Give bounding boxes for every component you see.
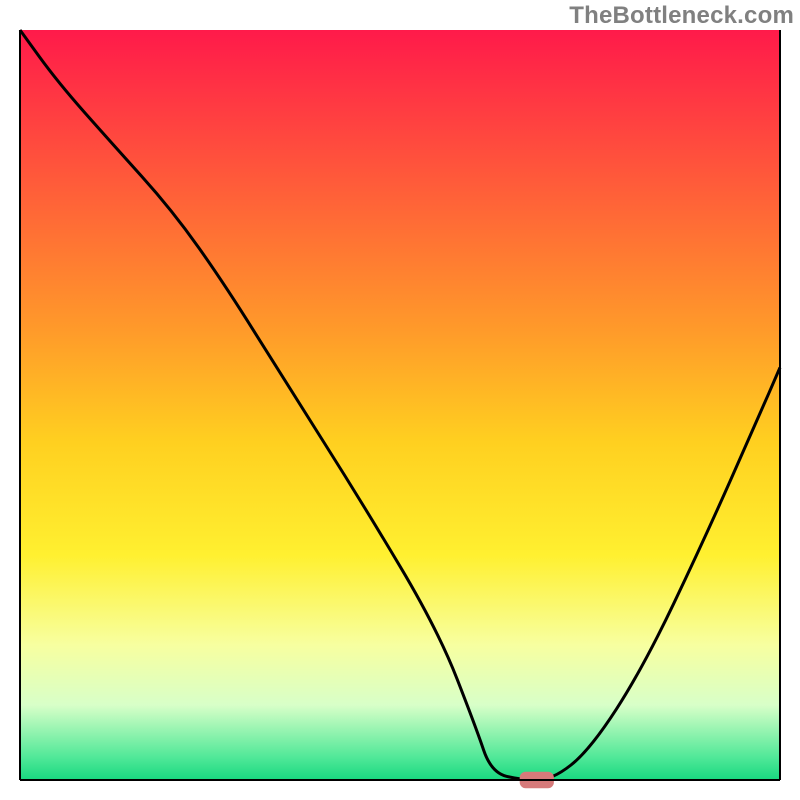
chart-background bbox=[20, 30, 780, 780]
bottleneck-chart bbox=[0, 0, 800, 800]
chart-stage: TheBottleneck.com bbox=[0, 0, 800, 800]
